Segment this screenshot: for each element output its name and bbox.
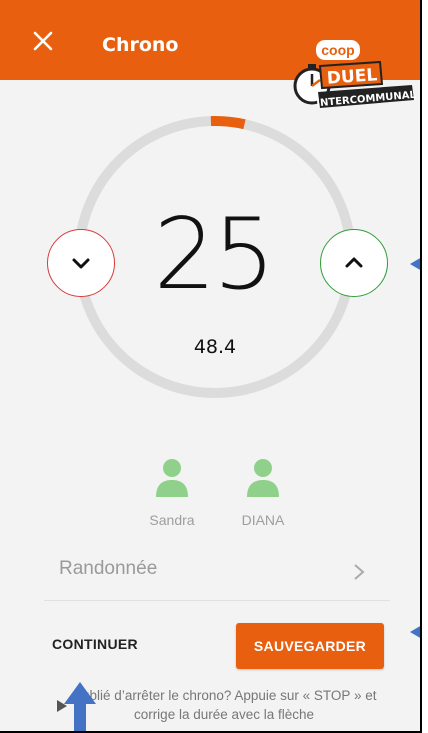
save-button[interactable]: SAUVEGARDER [236,623,384,669]
player-diana[interactable]: DIANA [223,458,303,528]
annotation-arrow-left [410,626,420,638]
close-icon [33,31,53,51]
annotation-arrow-up [64,682,96,731]
increase-button[interactable] [320,229,388,297]
annotation-arrow-left [410,258,420,270]
timer-value: 25 [153,198,276,312]
close-button[interactable] [26,24,60,58]
continue-button[interactable]: CONTINUER [52,636,172,662]
app-screen: Chrono coop DUEL INTERCOMMUNAL 25 48.4 S… [0,0,422,733]
player-name: Sandra [149,512,195,528]
page-title: Chrono [102,34,179,56]
activity-label: Randonnée [59,558,158,579]
timer-sub-value: 48.4 [193,336,237,358]
chevron-right-icon [354,564,365,580]
coop-duel-intercommunal-logo: coop DUEL INTERCOMMUNAL [293,40,416,109]
user-icon [156,459,188,497]
player-name: DIANA [241,512,285,528]
hint-text: Oublié d’arrêter le chrono? Appuie sur «… [71,688,377,722]
user-icon [247,459,279,497]
decrease-button[interactable] [47,229,115,297]
activity-selector[interactable]: Randonnée [44,548,390,601]
logo-line1-text: DUEL [326,65,378,88]
chevron-up-icon [345,257,363,268]
gauge-progress [210,116,246,130]
top-app-bar: Chrono coop DUEL INTERCOMMUNAL [0,0,420,109]
chevron-down-icon [72,258,90,269]
player-sandra[interactable]: Sandra [132,458,212,528]
logo-brand-text: coop [321,42,354,58]
